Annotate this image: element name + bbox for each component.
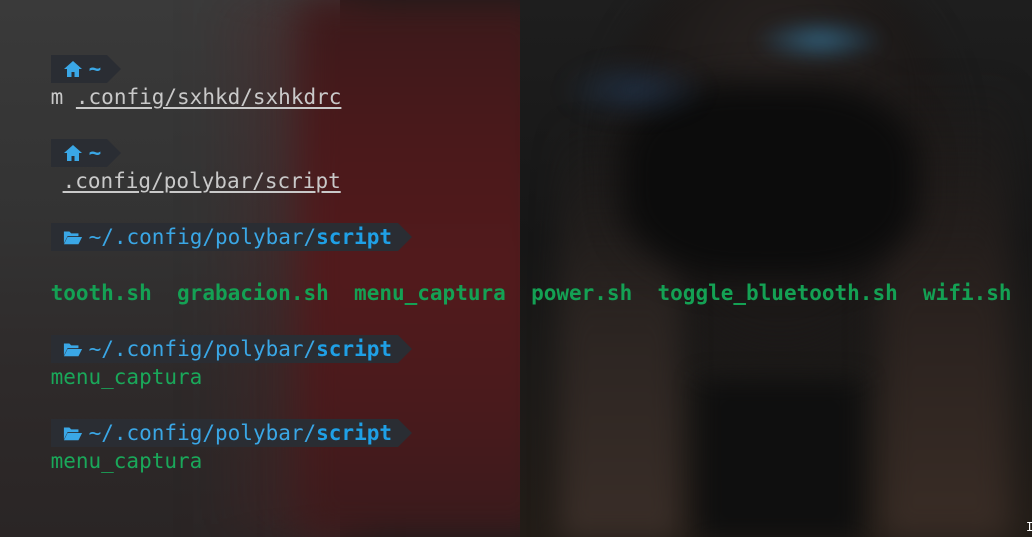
command-line: .config/polybar/script <box>12 139 341 193</box>
ls-item: tooth.sh <box>50 281 152 305</box>
command-text: m <box>50 85 64 109</box>
command-argument: .config/sxhkd/sxhkdrc <box>75 85 342 109</box>
prompt-current-dir: script <box>316 421 393 445</box>
prompt-line: ~ <box>0 27 122 83</box>
terminal-window[interactable]: ~ m .config/sxhkd/sxhkdrc ~ .config/poly… <box>0 0 1032 537</box>
mouse-cursor-icon: I <box>1026 520 1032 534</box>
ls-item: toggle_bluetooth.sh <box>657 281 898 305</box>
prompt-current-dir: script <box>316 225 393 249</box>
prompt-line: ~ <box>0 111 122 167</box>
command-line: menu_captura <box>0 335 203 389</box>
command-line: m .config/sxhkd/sxhkdrc <box>0 55 342 109</box>
command-text: menu_captura <box>50 365 203 389</box>
command-text: menu_captura <box>50 449 203 473</box>
prompt-segment: ~/.config/polybar/script <box>50 223 413 251</box>
ls-item: menu_captura <box>354 281 506 305</box>
command-input[interactable]: menu_captura <box>0 419 203 473</box>
ls-item: grabacion.sh <box>177 281 329 305</box>
command-argument: .config/polybar/script <box>62 169 341 193</box>
prompt-line: ~/.config/polybar/script <box>0 195 413 251</box>
prompt-line: ~/.config/polybar/script <box>0 391 413 447</box>
folder-open-icon <box>63 231 82 245</box>
prompt-path: ~/.config/polybar/ <box>88 225 317 249</box>
prompt-current-dir: script <box>316 337 393 361</box>
prompt-line: ~/.config/polybar/script <box>0 307 413 363</box>
ls-output-line: tooth.sh grabacion.sh menu_captura power… <box>0 251 1012 305</box>
ls-item: power.sh <box>531 281 633 305</box>
ls-item: wifi.sh <box>923 281 1012 305</box>
